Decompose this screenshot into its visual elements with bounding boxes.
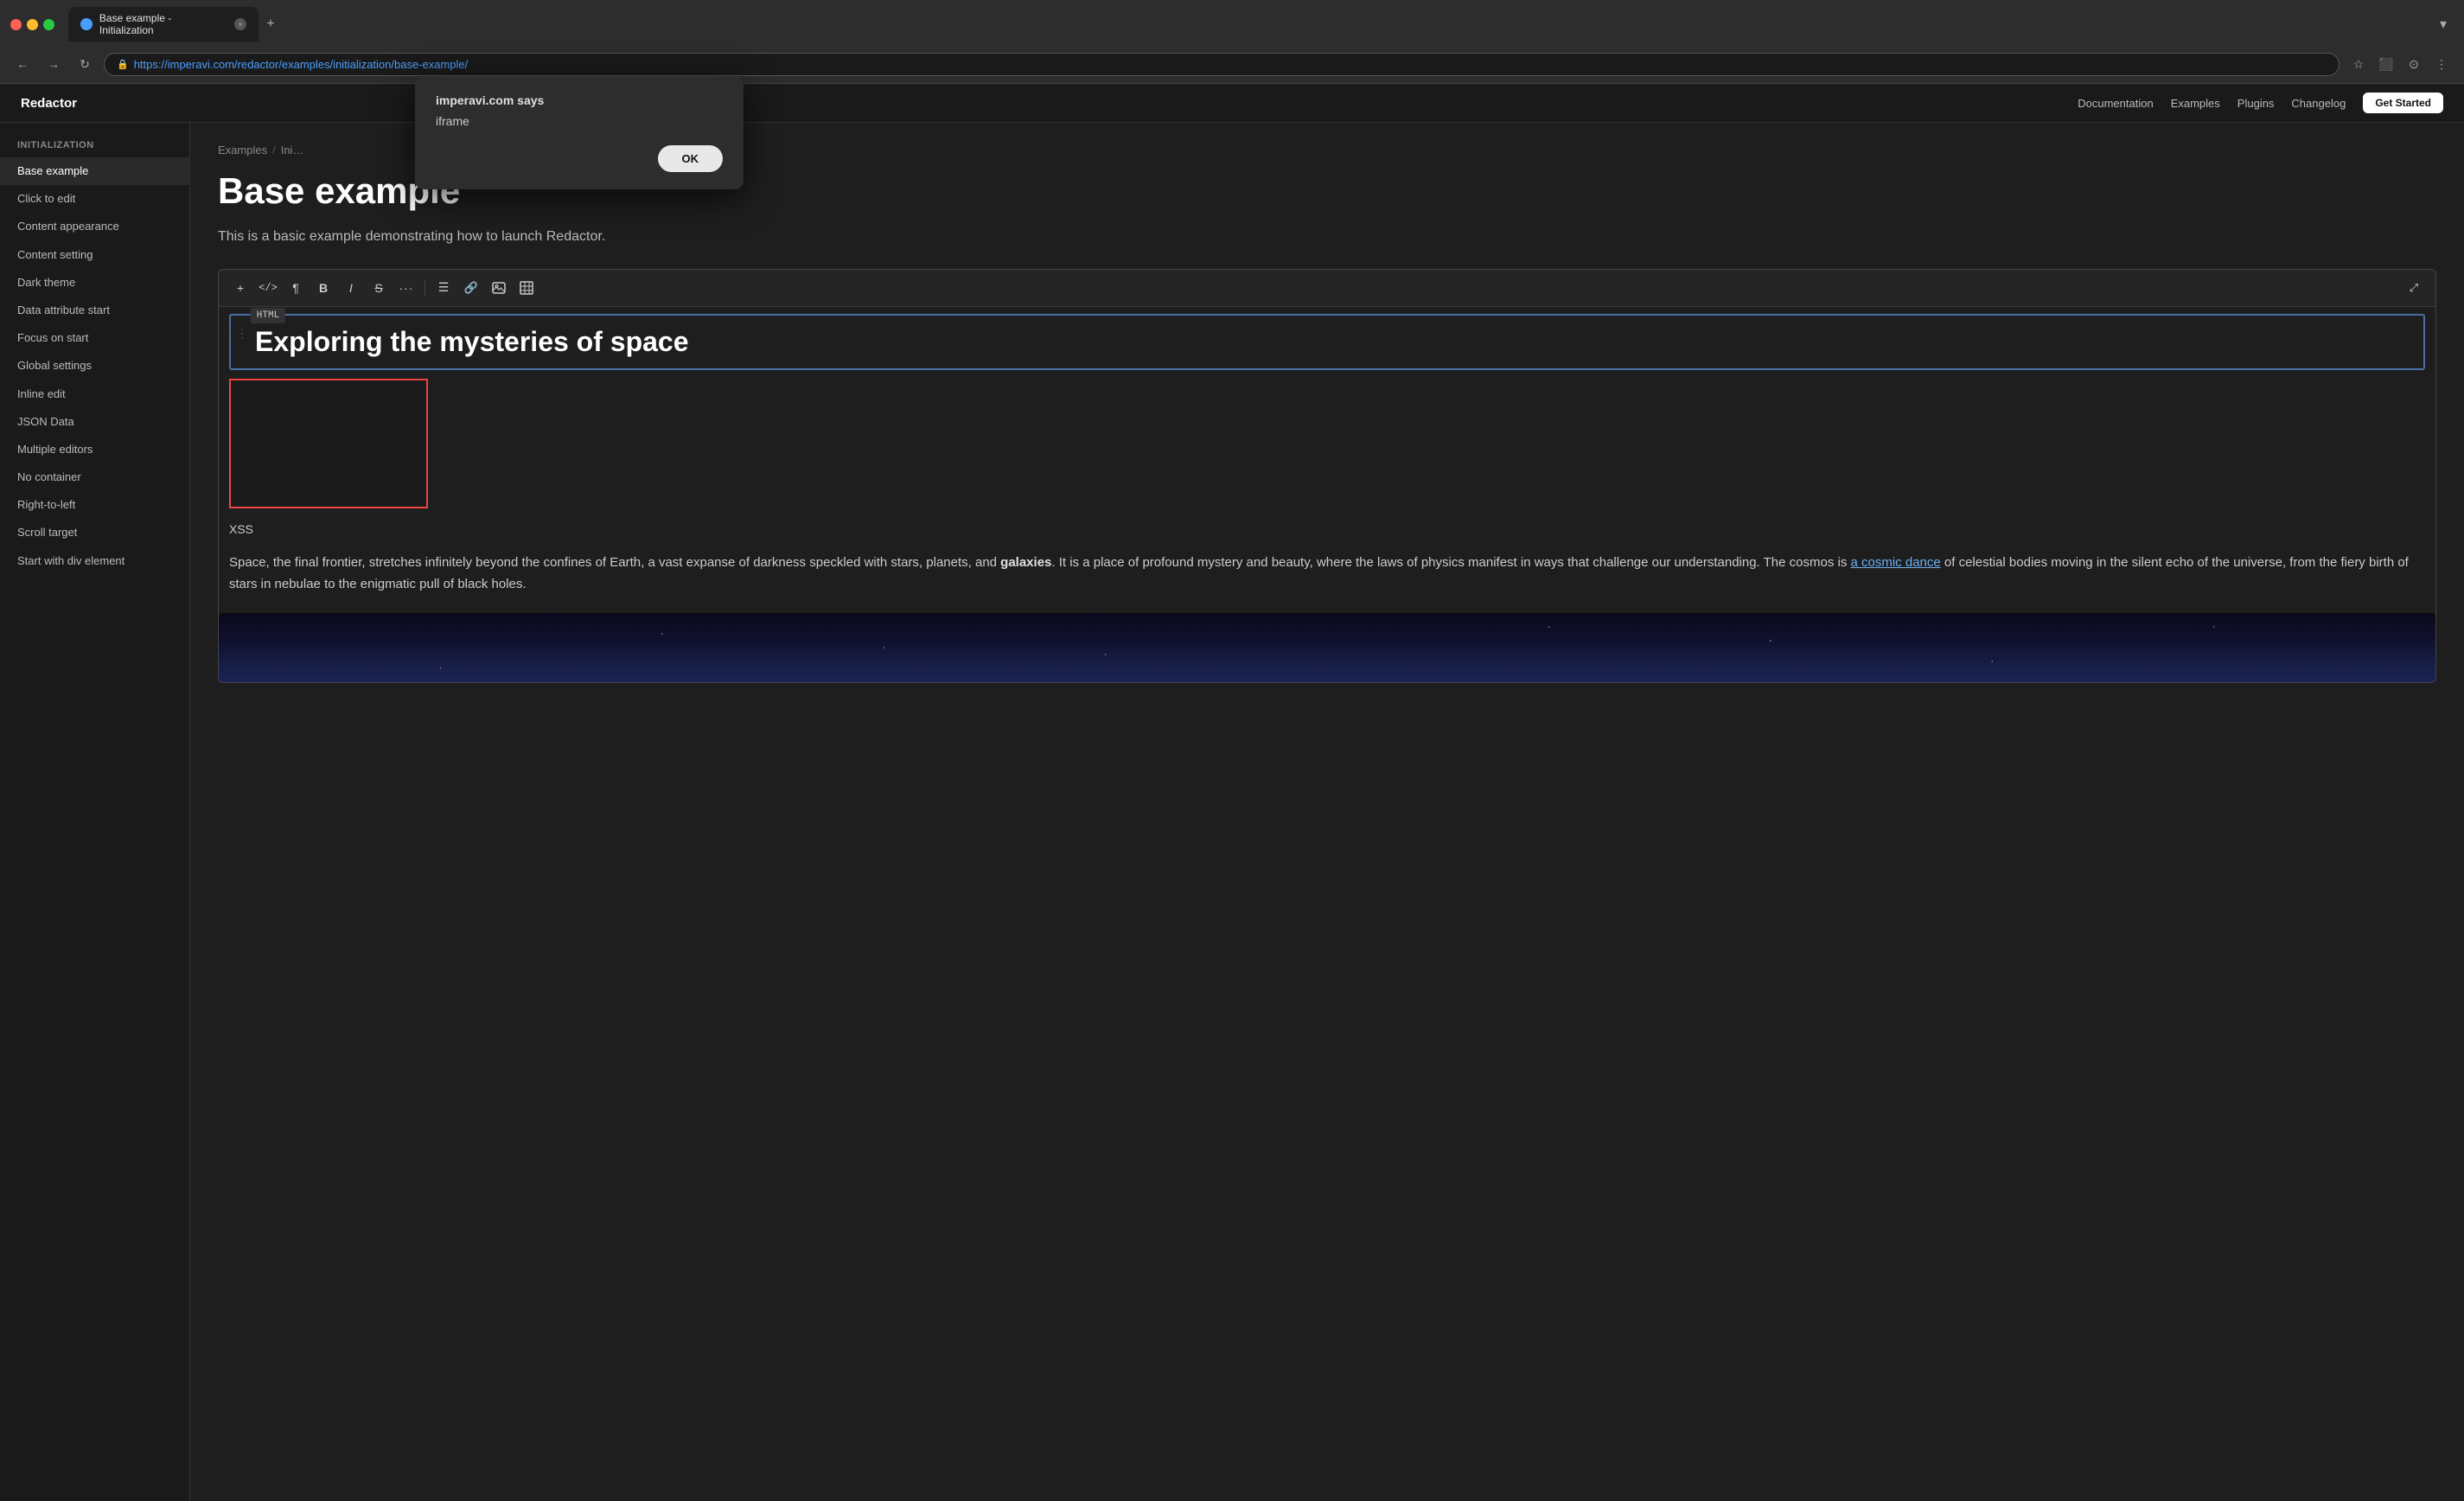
toolbar-link-button[interactable]: 🔗 xyxy=(458,275,484,301)
account-button[interactable]: ⊙ xyxy=(2402,52,2426,76)
nav-documentation[interactable]: Documentation xyxy=(2078,97,2153,110)
toolbar-list-button[interactable]: ☰ xyxy=(431,275,456,301)
traffic-lights xyxy=(10,19,54,30)
toolbar-table-button[interactable] xyxy=(514,275,539,301)
tab-title: Base example - Initialization xyxy=(99,12,227,36)
toolbar-separator-1 xyxy=(424,280,425,296)
url-input[interactable]: 🔒 https://imperavi.com/redactor/examples… xyxy=(104,53,2340,76)
toolbar-fullscreen-button[interactable]: ⤢ xyxy=(2401,275,2427,301)
back-button[interactable]: ← xyxy=(10,52,35,76)
tab-favicon-icon xyxy=(80,18,93,30)
breadcrumb-examples[interactable]: Examples xyxy=(218,144,267,156)
toolbar-strikethrough-button[interactable]: S xyxy=(366,275,392,301)
browser-dialog: imperavi.com says iframe OK xyxy=(415,76,744,189)
security-lock-icon: 🔒 xyxy=(117,59,129,70)
toolbar-code-button[interactable]: </> HTML xyxy=(255,275,281,301)
url-text: https://imperavi.com/redactor/examples/i… xyxy=(134,58,469,71)
sidebar-item-base-example[interactable]: Base example xyxy=(0,157,189,185)
title-bar: Base example - Initialization × + ▾ xyxy=(0,0,2464,48)
editor-body: ⋮⋮ Exploring the mysteries of space XSS … xyxy=(219,314,2435,682)
browser-chrome: Base example - Initialization × + ▾ ← → … xyxy=(0,0,2464,84)
tabs-dropdown-button[interactable]: ▾ xyxy=(2433,14,2454,35)
sidebar-item-right-to-left[interactable]: Right-to-left xyxy=(0,491,189,519)
sidebar-item-inline-edit[interactable]: Inline edit xyxy=(0,380,189,408)
toolbar-italic-button[interactable]: I xyxy=(338,275,364,301)
sidebar-item-content-setting[interactable]: Content setting xyxy=(0,241,189,269)
sidebar-item-multiple-editors[interactable]: Multiple editors xyxy=(0,436,189,463)
dialog-site-label: imperavi.com says xyxy=(436,93,723,107)
body-bold-galaxies: galaxies xyxy=(1000,555,1051,570)
dialog-actions: OK xyxy=(436,145,723,172)
menu-button[interactable]: ⋮ xyxy=(2429,52,2454,76)
tab-close-button[interactable]: × xyxy=(234,18,246,30)
drag-handle-icon[interactable]: ⋮⋮ xyxy=(224,326,248,341)
extensions-button[interactable]: ⬛ xyxy=(2374,52,2398,76)
sidebar-item-focus-on-start[interactable]: Focus on start xyxy=(0,324,189,352)
xss-label: XSS xyxy=(219,517,2435,541)
maximize-window-button[interactable] xyxy=(43,19,54,30)
breadcrumb-initialization: Ini… xyxy=(281,144,304,156)
site-logo[interactable]: Redactor xyxy=(21,96,77,111)
new-tab-button[interactable]: + xyxy=(259,12,283,36)
close-window-button[interactable] xyxy=(10,19,22,30)
browser-tab-active[interactable]: Base example - Initialization × xyxy=(68,7,259,42)
content-area: Examples / Ini… Base example This is a b… xyxy=(190,123,2464,1501)
sidebar-item-json-data[interactable]: JSON Data xyxy=(0,408,189,436)
dialog-message: iframe xyxy=(436,114,723,128)
toolbar-bold-button[interactable]: B xyxy=(310,275,336,301)
bookmark-button[interactable]: ☆ xyxy=(2346,52,2371,76)
site-nav: Documentation Examples Plugins Changelog xyxy=(2078,97,2346,110)
editor-toolbar: + </> HTML ¶ B I S ··· ☰ 🔗 xyxy=(219,270,2435,307)
sidebar-item-click-to-edit[interactable]: Click to edit xyxy=(0,185,189,213)
breadcrumb-sep-1: / xyxy=(272,144,276,156)
get-started-button[interactable]: Get Started xyxy=(2363,93,2443,113)
html-tooltip: HTML xyxy=(251,308,285,323)
reload-button[interactable]: ↻ xyxy=(73,52,97,76)
sidebar-item-data-attribute-start[interactable]: Data attribute start xyxy=(0,297,189,324)
minimize-window-button[interactable] xyxy=(27,19,38,30)
body-text-part1: Space, the final frontier, stretches inf… xyxy=(229,555,1000,570)
nav-plugins[interactable]: Plugins xyxy=(2237,97,2275,110)
sidebar: Initialization Base example Click to edi… xyxy=(0,123,190,1501)
nebula-decoration xyxy=(219,639,2435,682)
forward-button[interactable]: → xyxy=(41,52,66,76)
space-image xyxy=(219,613,2435,682)
sidebar-section-title: Initialization xyxy=(0,140,189,157)
sidebar-item-dark-theme[interactable]: Dark theme xyxy=(0,269,189,297)
toolbar-more-button[interactable]: ··· xyxy=(393,275,419,301)
editor-body-text: Space, the final frontier, stretches inf… xyxy=(219,541,2435,603)
toolbar-add-button[interactable]: + xyxy=(227,275,253,301)
site-header: Redactor Documentation Examples Plugins … xyxy=(0,84,2464,123)
editor-image-placeholder[interactable] xyxy=(229,379,428,508)
editor-heading[interactable]: Exploring the mysteries of space xyxy=(229,314,2425,370)
main-layout: Initialization Base example Click to edi… xyxy=(0,123,2464,1501)
sidebar-item-global-settings[interactable]: Global settings xyxy=(0,352,189,380)
browser-nav-actions: ☆ ⬛ ⊙ ⋮ xyxy=(2346,52,2454,76)
sidebar-item-start-with-div[interactable]: Start with div element xyxy=(0,547,189,575)
nav-changelog[interactable]: Changelog xyxy=(2291,97,2346,110)
address-bar: ← → ↻ 🔒 https://imperavi.com/redactor/ex… xyxy=(0,48,2464,83)
sidebar-item-scroll-target[interactable]: Scroll target xyxy=(0,519,189,546)
body-link-cosmic-dance[interactable]: a cosmic dance xyxy=(1851,555,1941,570)
toolbar-image-button[interactable] xyxy=(486,275,512,301)
toolbar-paragraph-button[interactable]: ¶ xyxy=(283,275,309,301)
body-text-part2: . It is a place of profound mystery and … xyxy=(1051,555,1850,570)
sidebar-item-content-appearance[interactable]: Content appearance xyxy=(0,213,189,240)
sidebar-item-no-container[interactable]: No container xyxy=(0,463,189,491)
dialog-ok-button[interactable]: OK xyxy=(658,145,724,172)
editor-container: + </> HTML ¶ B I S ··· ☰ 🔗 xyxy=(218,269,2436,683)
page-description: This is a basic example demonstrating ho… xyxy=(218,226,2436,248)
nav-examples[interactable]: Examples xyxy=(2171,97,2220,110)
tab-bar: Base example - Initialization × + xyxy=(68,7,2426,42)
